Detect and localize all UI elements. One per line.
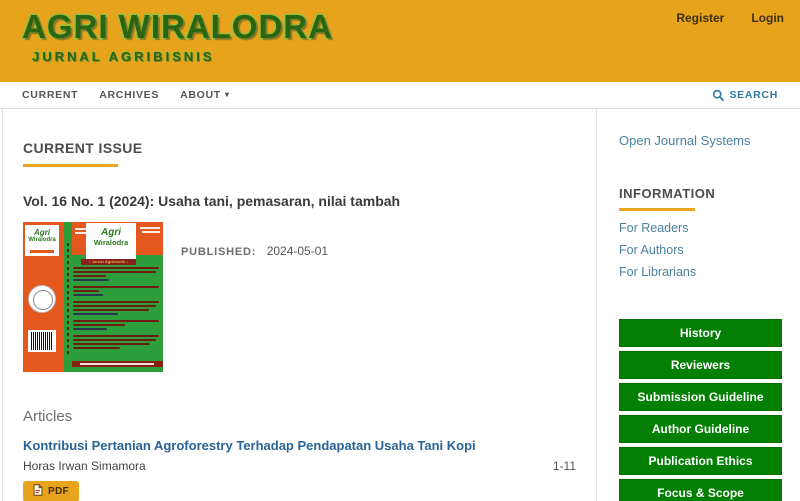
pdf-button-label: PDF [48, 486, 69, 497]
chevron-down-icon: ▾ [225, 90, 230, 99]
sidebar-button-stack: History Reviewers Submission Guideline A… [619, 319, 782, 501]
history-button[interactable]: History [619, 319, 782, 347]
cover-emblem-icon [28, 285, 56, 313]
issue-cover[interactable]: Agri Wiralodra Agri Wiralodra [23, 222, 163, 372]
current-issue-heading: CURRENT ISSUE [23, 140, 576, 156]
focus-scope-button[interactable]: Focus & Scope [619, 479, 782, 501]
journal-logo[interactable]: AGRI WIRALODRA JURNAL AGRIBISNIS [22, 8, 333, 64]
reviewers-button[interactable]: Reviewers [619, 351, 782, 379]
article-pages: 1-11 [553, 459, 576, 473]
information-links: For Readers For Authors For Librarians [619, 220, 782, 280]
sidebar-link-for-authors[interactable]: For Authors [619, 242, 782, 258]
journal-homepage: AGRI WIRALODRA JURNAL AGRIBISNIS Registe… [0, 0, 800, 501]
information-heading: INFORMATION [619, 186, 782, 201]
journal-logo-title: AGRI WIRALODRA [22, 8, 333, 46]
information-underline [619, 208, 695, 211]
published-info: PUBLISHED: 2024-05-01 [181, 242, 328, 372]
author-guideline-button[interactable]: Author Guideline [619, 415, 782, 443]
search-label: SEARCH [729, 89, 778, 101]
published-label: PUBLISHED: [181, 246, 256, 258]
cover-barcode [28, 330, 56, 352]
journal-logo-subtitle: JURNAL AGRIBISNIS [32, 49, 333, 64]
sidebar: Open Journal Systems INFORMATION For Rea… [599, 109, 798, 501]
cover-banner: • Jurnal Agribisnis • [81, 259, 136, 265]
sidebar-link-for-librarians[interactable]: For Librarians [619, 264, 782, 280]
page-content: CURRENT ISSUE Vol. 16 No. 1 (2024): Usah… [2, 109, 798, 501]
site-header: AGRI WIRALODRA JURNAL AGRIBISNIS Registe… [0, 0, 800, 82]
cover-spine [64, 222, 72, 372]
issue-summary: Agri Wiralodra Agri Wiralodra [23, 222, 576, 372]
nav-about-label: ABOUT [180, 89, 221, 101]
nav-item-archives[interactable]: ARCHIVES [99, 89, 159, 101]
nav-item-current[interactable]: CURRENT [22, 89, 78, 101]
cover-title-panel: Agri Wiralodra [86, 223, 136, 259]
open-journal-systems-link[interactable]: Open Journal Systems [619, 133, 782, 148]
publication-ethics-button[interactable]: Publication Ethics [619, 447, 782, 475]
articles-section-heading: Articles [23, 408, 576, 425]
article-list-item: Kontribusi Pertanian Agroforestry Terhad… [23, 438, 576, 501]
search-link[interactable]: SEARCH [712, 89, 778, 102]
main-column: CURRENT ISSUE Vol. 16 No. 1 (2024): Usah… [2, 109, 597, 501]
issue-title: Vol. 16 No. 1 (2024): Usaha tani, pemasa… [23, 193, 576, 209]
heading-underline [23, 164, 118, 167]
article-title-link[interactable]: Kontribusi Pertanian Agroforestry Terhad… [23, 438, 576, 453]
article-meta: Horas Irwan Simamora 1-11 [23, 459, 576, 473]
cover-footer-bar [72, 361, 163, 367]
login-link[interactable]: Login [751, 11, 784, 25]
published-date: 2024-05-01 [267, 244, 328, 258]
search-icon [712, 89, 725, 102]
pdf-button[interactable]: PDF [23, 481, 79, 501]
cover-article-lines [73, 267, 159, 354]
primary-nav: CURRENT ARCHIVES ABOUT ▾ SEARCH [0, 82, 800, 109]
auth-links: Register Login [676, 11, 784, 25]
cover-logo-box: Agri Wiralodra [25, 225, 59, 256]
sidebar-link-for-readers[interactable]: For Readers [619, 220, 782, 236]
article-author: Horas Irwan Simamora [23, 459, 146, 473]
register-link[interactable]: Register [676, 11, 724, 25]
nav-item-about[interactable]: ABOUT ▾ [180, 89, 230, 101]
pdf-file-icon [33, 484, 43, 499]
submission-guideline-button[interactable]: Submission Guideline [619, 383, 782, 411]
